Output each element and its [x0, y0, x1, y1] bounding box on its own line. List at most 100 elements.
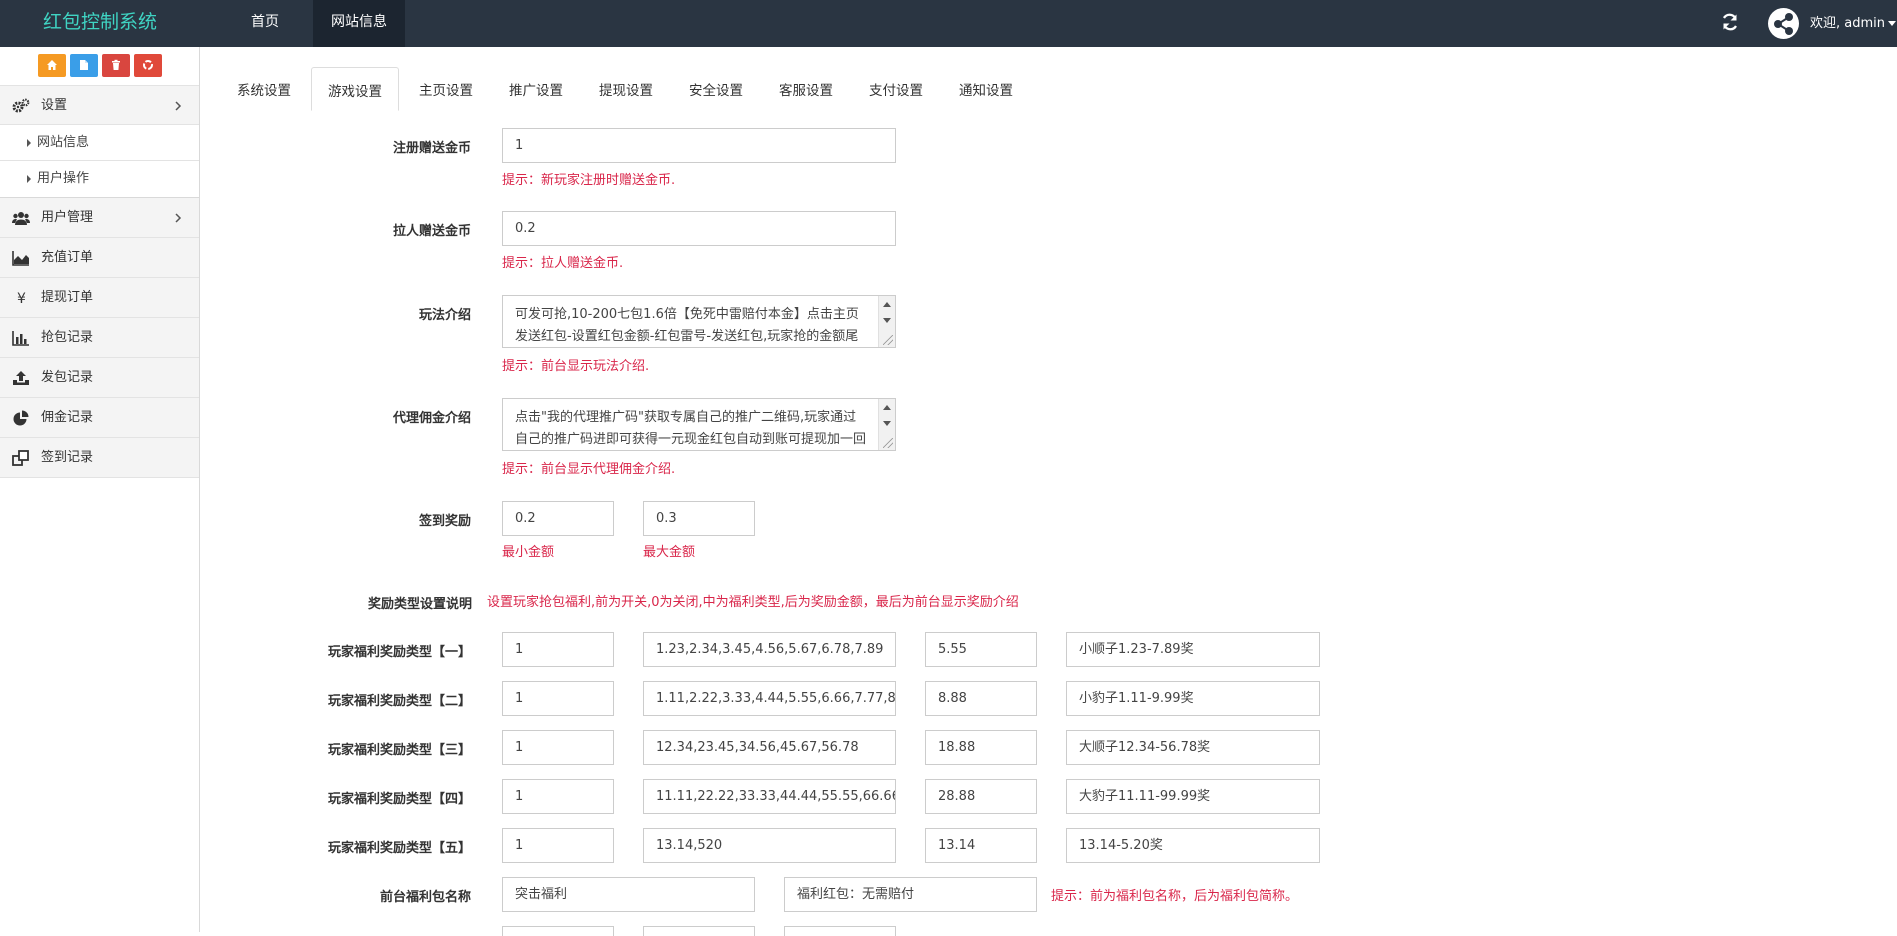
- reward-intro-input[interactable]: 13.14-5.20奖: [1066, 828, 1320, 863]
- tab-home-settings[interactable]: 主页设置: [407, 67, 485, 110]
- tab-system-settings[interactable]: 系统设置: [225, 67, 303, 110]
- reward-intro-input[interactable]: 小豹子1.11-9.99奖: [1066, 681, 1320, 716]
- register-bonus-input[interactable]: 1: [502, 128, 896, 163]
- user-avatar[interactable]: [1768, 8, 1799, 39]
- welfare-name-label: 前台福利包名称: [379, 890, 471, 905]
- reward-row-label: 玩家福利奖励类型【四】: [327, 792, 471, 807]
- rules-intro-textarea[interactable]: 可发可抢,10-200七包1.6倍【免死中雷赔付本金】点击主页发送红包-设置红包…: [502, 295, 896, 348]
- reward-desc-text: 设置玩家抢包福利,前为开关,0为关闭,中为福利类型,后为奖励金额，最后为前台显示…: [487, 595, 1019, 610]
- reward-intro-input[interactable]: 大顺子12.34-56.78奖: [1066, 730, 1320, 765]
- tab-payment-settings[interactable]: 支付设置: [857, 67, 935, 110]
- sidebar-label-recharge-orders: 充值订单: [41, 250, 94, 265]
- sidebar-item-commission-records[interactable]: 佣金记录: [0, 398, 199, 438]
- sidebar-item-grab-records[interactable]: 抢包记录: [0, 318, 199, 358]
- reward-amount-input[interactable]: 5.55: [925, 632, 1037, 667]
- sidebar-label-checkin-records: 签到记录: [41, 450, 94, 465]
- recycle-icon: [142, 60, 153, 70]
- user-greeting: 欢迎, admin: [1810, 16, 1885, 31]
- sidebar-item-recharge-orders[interactable]: 充值订单: [0, 238, 199, 278]
- rules-intro-text: 可发可抢,10-200七包1.6倍【免死中雷赔付本金】点击主页发送红包-设置红包…: [515, 307, 859, 344]
- tab-promo-settings[interactable]: 推广设置: [497, 67, 575, 110]
- tab-service-settings[interactable]: 客服设置: [767, 67, 845, 110]
- reward-type-input[interactable]: 12.34,23.45,34.56,45.67,56.78: [643, 730, 896, 765]
- sidebar-label-grab-records: 抢包记录: [41, 330, 94, 345]
- sidebar-item-users[interactable]: 用户管理: [0, 198, 199, 238]
- resize-grip-icon[interactable]: [883, 335, 893, 345]
- file-icon: [79, 60, 88, 70]
- reward-amount-input[interactable]: 18.88: [925, 730, 1037, 765]
- trash-shortcut-button[interactable]: [101, 54, 130, 77]
- sidebar-item-send-records[interactable]: 发包记录: [0, 358, 199, 398]
- sidebar-subitem-site-info[interactable]: 网站信息: [0, 125, 199, 161]
- rules-intro-label: 玩法介绍: [418, 308, 471, 323]
- users-icon: [12, 212, 30, 225]
- register-bonus-label: 注册赠送金币: [392, 141, 471, 156]
- checkin-reward-label: 签到奖励: [418, 514, 471, 529]
- reward-type-input[interactable]: 1.11,2.22,3.33,4.44,5.55,6.66,7.77,8.88,…: [643, 681, 896, 716]
- reward-amount-input[interactable]: 28.88: [925, 779, 1037, 814]
- reward-switch-input[interactable]: 1: [502, 779, 614, 814]
- checkin-min-input[interactable]: 0.2: [502, 501, 614, 536]
- brand-title[interactable]: 红包控制系统: [0, 0, 200, 47]
- checkin-max-input[interactable]: 0.3: [643, 501, 755, 536]
- reward-switch-input[interactable]: 1: [502, 681, 614, 716]
- tab-security-settings[interactable]: 安全设置: [677, 67, 755, 110]
- home-icon: [46, 60, 57, 70]
- nav-site-info[interactable]: 网站信息: [313, 0, 405, 47]
- sidebar-label-users: 用户管理: [41, 210, 94, 225]
- sidebar-item-checkin-records[interactable]: 签到记录: [0, 438, 199, 478]
- home-shortcut-button[interactable]: [37, 54, 66, 77]
- rules-intro-hint: 提示：前台显示玩法介绍.: [502, 359, 650, 374]
- resize-grip-icon[interactable]: [883, 438, 893, 448]
- reward-type-input[interactable]: 11.11,22.22,33.33,44.44,55.55,66.66,77.7…: [643, 779, 896, 814]
- reward-amount-input[interactable]: 13.14: [925, 828, 1037, 863]
- area-chart-icon: [12, 251, 29, 266]
- sidebar-label-commission-records: 佣金记录: [41, 410, 94, 425]
- gears-icon: [12, 98, 30, 113]
- reward-switch-input[interactable]: 1: [502, 828, 614, 863]
- reward-switch-input[interactable]: 1: [502, 730, 614, 765]
- invite-bonus-label: 拉人赠送金币: [392, 224, 471, 239]
- reward-type-input[interactable]: 13.14,520: [643, 828, 896, 863]
- bar-chart-icon: [12, 331, 29, 346]
- share-nodes-icon: [1774, 13, 1793, 35]
- welfare-short-input[interactable]: 福利红包：无需赔付: [784, 877, 1037, 912]
- sidebar-label-settings: 设置: [41, 98, 68, 113]
- upload-icon: [13, 371, 29, 385]
- reward-intro-input[interactable]: 小顺子1.23-7.89奖: [1066, 632, 1320, 667]
- reward-type-input[interactable]: 1.23,2.34,3.45,4.56,5.67,6.78,7.89: [643, 632, 896, 667]
- partial-input[interactable]: [784, 926, 896, 936]
- caret-down-icon: [1888, 21, 1896, 26]
- register-bonus-hint: 提示：新玩家注册时赠送金币.: [502, 173, 676, 188]
- agent-intro-label: 代理佣金介绍: [392, 411, 471, 426]
- partial-input[interactable]: [502, 926, 614, 936]
- sidebar-sublabel-user-ops: 用户操作: [37, 171, 90, 186]
- sidebar-group-settings: 设置 网站信息 用户操作: [0, 85, 199, 198]
- sidebar-subitem-user-ops[interactable]: 用户操作: [0, 161, 199, 197]
- reward-amount-input[interactable]: 8.88: [925, 681, 1037, 716]
- reward-intro-input[interactable]: 大豹子11.11-99.99奖: [1066, 779, 1320, 814]
- user-menu[interactable]: 欢迎, admin: [1810, 0, 1896, 47]
- reward-row-label: 玩家福利奖励类型【二】: [327, 694, 471, 709]
- reward-switch-input[interactable]: 1: [502, 632, 614, 667]
- tab-withdraw-settings[interactable]: 提现设置: [587, 67, 665, 110]
- agent-intro-textarea[interactable]: 点击"我的代理推广码"获取专属自己的推广二维码,玩家通过自己的推广码进即可获得一…: [502, 398, 896, 451]
- refresh-icon[interactable]: [1720, 12, 1740, 32]
- tab-game-settings[interactable]: 游戏设置: [311, 67, 399, 111]
- file-shortcut-button[interactable]: [69, 54, 98, 77]
- welfare-name-hint: 提示：前为福利包名称，后为福利包简称。: [1051, 889, 1299, 904]
- caret-right-icon: [27, 175, 31, 183]
- invite-bonus-input[interactable]: 0.2: [502, 211, 896, 246]
- checkin-min-hint: 最小金额: [502, 545, 555, 560]
- caret-right-icon: [27, 139, 31, 147]
- agent-intro-hint: 提示：前台显示代理佣金介绍.: [502, 462, 676, 477]
- main-content: 系统设置 游戏设置 主页设置 推广设置 提现设置 安全设置 客服设置 支付设置 …: [201, 47, 1897, 936]
- recycle-shortcut-button[interactable]: [133, 54, 162, 77]
- nav-home[interactable]: 首页: [230, 0, 300, 47]
- welfare-name-input[interactable]: 突击福利: [502, 877, 755, 912]
- invite-bonus-hint: 提示：拉人赠送金币.: [502, 256, 624, 271]
- sidebar-item-withdraw-orders[interactable]: ¥ 提现订单: [0, 278, 199, 318]
- sidebar-item-settings[interactable]: 设置: [0, 85, 199, 125]
- partial-input[interactable]: [643, 926, 755, 936]
- tab-notify-settings[interactable]: 通知设置: [947, 67, 1025, 110]
